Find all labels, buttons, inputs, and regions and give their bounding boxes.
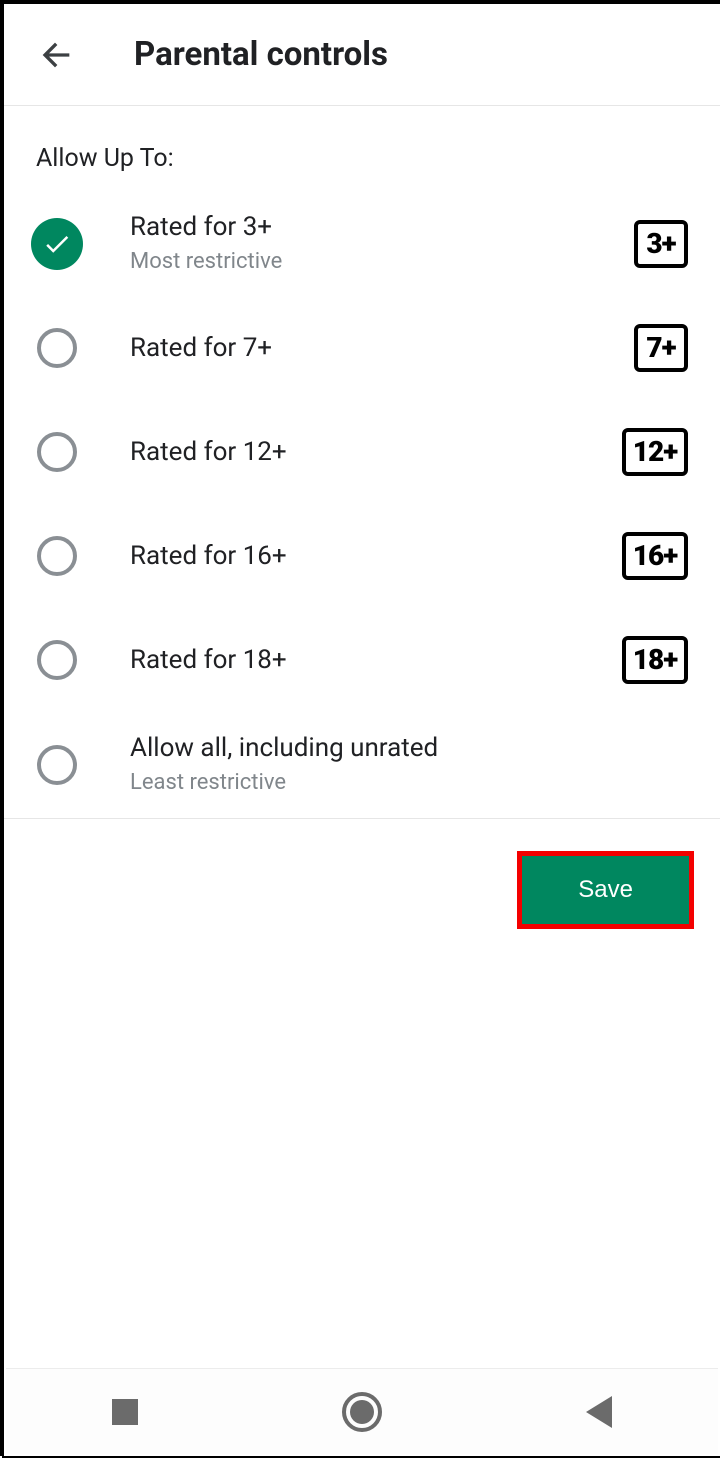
option-text: Rated for 7+ — [88, 332, 626, 366]
option-text: Rated for 3+Most restrictive — [88, 211, 626, 276]
radio-unchecked-icon — [37, 536, 77, 576]
rating-option[interactable]: Rated for 3+Most restrictive 3+ — [4, 191, 720, 296]
home-button[interactable] — [302, 1382, 422, 1442]
overview-button[interactable] — [65, 1382, 185, 1442]
age-badge-text: 12+ — [633, 438, 677, 466]
option-label: Rated for 7+ — [130, 332, 626, 366]
option-text: Rated for 16+ — [88, 540, 614, 574]
age-badge-icon: 18+ — [622, 636, 688, 684]
option-label: Rated for 16+ — [130, 540, 614, 574]
option-label: Rated for 18+ — [130, 644, 614, 678]
badge-col: 18+ — [614, 636, 688, 684]
rating-option[interactable]: Allow all, including unratedLeast restri… — [4, 712, 720, 817]
square-icon — [112, 1399, 138, 1425]
save-highlight-box: Save — [517, 851, 694, 929]
rating-option[interactable]: Rated for 16+ 16+ — [4, 504, 720, 608]
back-button[interactable] — [12, 11, 100, 99]
radio-checked-icon — [31, 218, 83, 270]
radio-col — [26, 536, 88, 576]
rating-option[interactable]: Rated for 7+ 7+ — [4, 296, 720, 400]
system-back-button[interactable] — [539, 1382, 659, 1442]
option-label: Allow all, including unrated — [130, 732, 688, 766]
radio-unchecked-icon — [37, 640, 77, 680]
system-nav-bar — [6, 1368, 718, 1454]
radio-unchecked-icon — [37, 328, 77, 368]
radio-col — [26, 432, 88, 472]
option-subtitle: Least restrictive — [130, 768, 688, 798]
save-bar: Save — [4, 818, 720, 961]
save-button[interactable]: Save — [522, 856, 689, 924]
age-badge-text: 3+ — [646, 230, 675, 258]
option-label: Rated for 3+ — [130, 211, 626, 245]
age-badge-text: 7+ — [646, 334, 675, 362]
radio-col — [26, 640, 88, 680]
badge-col: 16+ — [614, 532, 688, 580]
header-bar: Parental controls — [4, 4, 720, 106]
option-label: Rated for 12+ — [130, 436, 614, 470]
radio-unchecked-icon — [37, 432, 77, 472]
age-badge-icon: 12+ — [622, 428, 688, 476]
section-label: Allow Up To: — [4, 106, 720, 181]
rating-option[interactable]: Rated for 18+ 18+ — [4, 608, 720, 712]
age-badge-icon: 7+ — [634, 324, 688, 372]
age-badge-text: 18+ — [633, 646, 677, 674]
radio-col — [26, 218, 88, 270]
badge-col: 3+ — [626, 220, 688, 268]
age-badge-icon: 16+ — [622, 532, 688, 580]
badge-col: 12+ — [614, 428, 688, 476]
circle-icon — [342, 1392, 382, 1432]
radio-unchecked-icon — [37, 745, 77, 785]
option-subtitle: Most restrictive — [130, 247, 626, 277]
age-badge-icon: 3+ — [634, 220, 688, 268]
radio-col — [26, 745, 88, 785]
option-text: Rated for 12+ — [88, 436, 614, 470]
back-arrow-icon — [36, 35, 76, 75]
rating-option[interactable]: Rated for 12+ 12+ — [4, 400, 720, 504]
page-title: Parental controls — [134, 35, 388, 74]
option-text: Rated for 18+ — [88, 644, 614, 678]
option-text: Allow all, including unratedLeast restri… — [88, 732, 688, 797]
rating-options-list: Rated for 3+Most restrictive3+Rated for … — [4, 181, 720, 818]
radio-col — [26, 328, 88, 368]
age-badge-text: 16+ — [633, 542, 677, 570]
badge-col: 7+ — [626, 324, 688, 372]
triangle-icon — [586, 1396, 612, 1428]
